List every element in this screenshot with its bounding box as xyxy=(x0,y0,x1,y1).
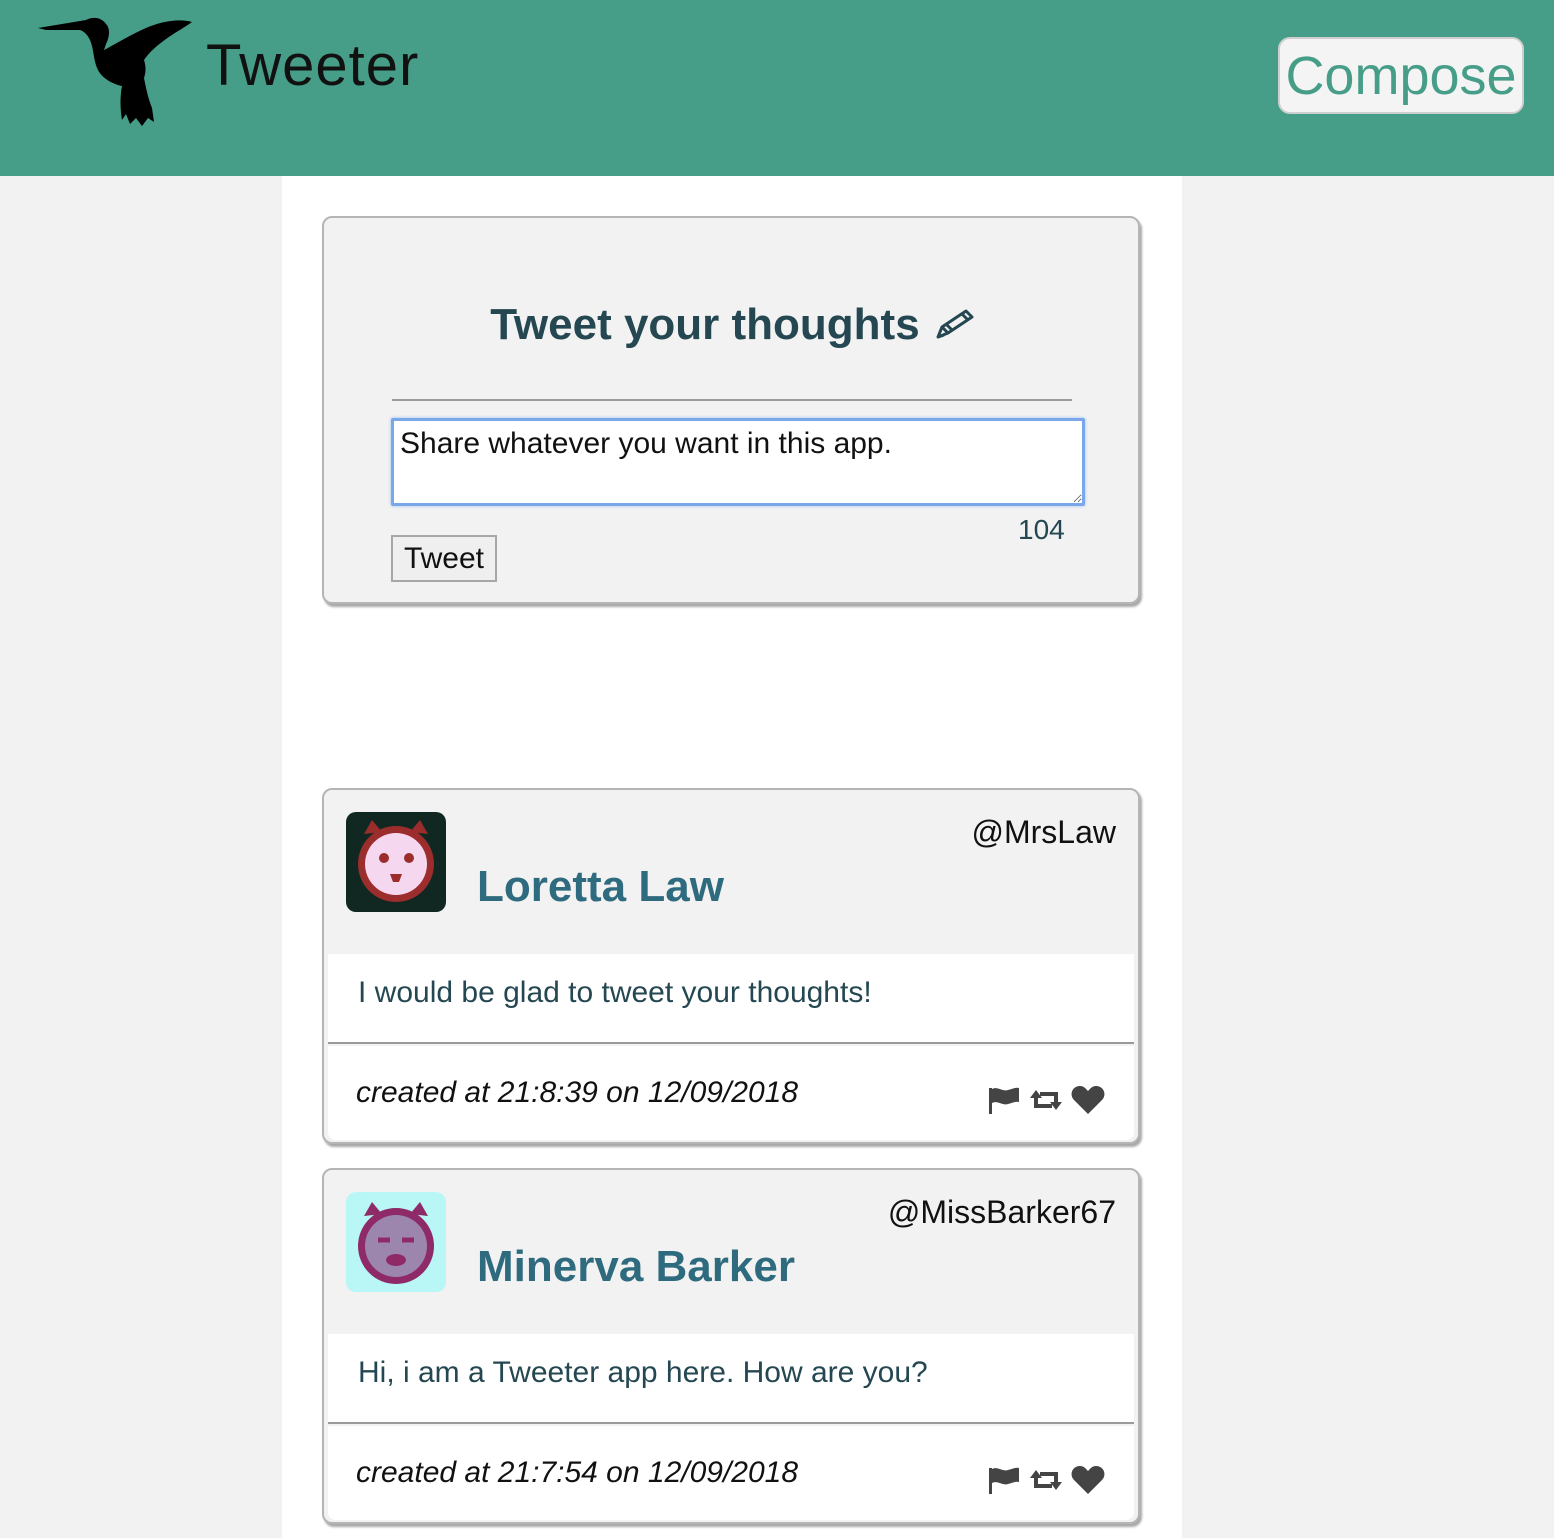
user-display-name: Minerva Barker xyxy=(477,1242,795,1291)
tweet-text-input[interactable] xyxy=(391,418,1085,506)
compose-divider xyxy=(392,399,1072,401)
user-handle: @MissBarker67 xyxy=(887,1194,1116,1230)
tweet-body: Hi, i am a Tweeter app here. How are you… xyxy=(328,1334,1134,1424)
flag-icon[interactable] xyxy=(986,1464,1022,1496)
devil-face-avatar-icon xyxy=(346,812,446,912)
user-display-name: Loretta Law xyxy=(477,862,724,911)
tweet-body: I would be glad to tweet your thoughts! xyxy=(328,954,1134,1044)
heart-icon[interactable] xyxy=(1070,1464,1106,1496)
tweet-card: Loretta Law @MrsLaw I would be glad to t… xyxy=(322,788,1140,1144)
flag-icon[interactable] xyxy=(986,1084,1022,1116)
brand-title: Tweeter xyxy=(206,33,420,98)
tweet-text: I would be glad to tweet your thoughts! xyxy=(358,976,872,1009)
tweet-header: Loretta Law @MrsLaw xyxy=(324,790,1138,952)
tweet-timestamp: created at 21:8:39 on 12/09/2018 xyxy=(356,1076,799,1109)
pencil-icon xyxy=(936,309,974,339)
tweet-footer: created at 21:7:54 on 12/09/2018 xyxy=(328,1426,1134,1520)
tweet-header: Minerva Barker @MissBarker67 xyxy=(324,1170,1138,1332)
tweet-actions xyxy=(986,1464,1106,1496)
retweet-icon[interactable] xyxy=(1028,1464,1064,1496)
devil-face-avatar-icon xyxy=(346,1192,446,1292)
tweet-actions xyxy=(986,1084,1106,1116)
main-container: Tweet your thoughts 104 Tweet xyxy=(282,176,1182,1538)
compose-button[interactable]: Compose xyxy=(1278,37,1524,114)
tweet-submit-button[interactable]: Tweet xyxy=(391,535,497,582)
heart-icon[interactable] xyxy=(1070,1084,1106,1116)
top-navbar: Tweeter Compose xyxy=(0,0,1554,176)
tweet-text: Hi, i am a Tweeter app here. How are you… xyxy=(358,1356,928,1389)
avatar xyxy=(346,812,446,912)
hummingbird-logo-icon xyxy=(38,17,192,127)
compose-heading: Tweet your thoughts xyxy=(324,300,1142,350)
tweet-card: Minerva Barker @MissBarker67 Hi, i am a … xyxy=(322,1168,1140,1524)
retweet-icon[interactable] xyxy=(1028,1084,1064,1116)
avatar xyxy=(346,1192,446,1292)
user-handle: @MrsLaw xyxy=(971,814,1117,850)
tweet-footer: created at 21:8:39 on 12/09/2018 xyxy=(328,1046,1134,1140)
new-tweet-form: Tweet your thoughts 104 Tweet xyxy=(322,216,1140,604)
tweet-timestamp: created at 21:7:54 on 12/09/2018 xyxy=(356,1456,799,1489)
character-counter: 104 xyxy=(1018,514,1065,545)
compose-heading-text: Tweet your thoughts xyxy=(490,300,920,349)
